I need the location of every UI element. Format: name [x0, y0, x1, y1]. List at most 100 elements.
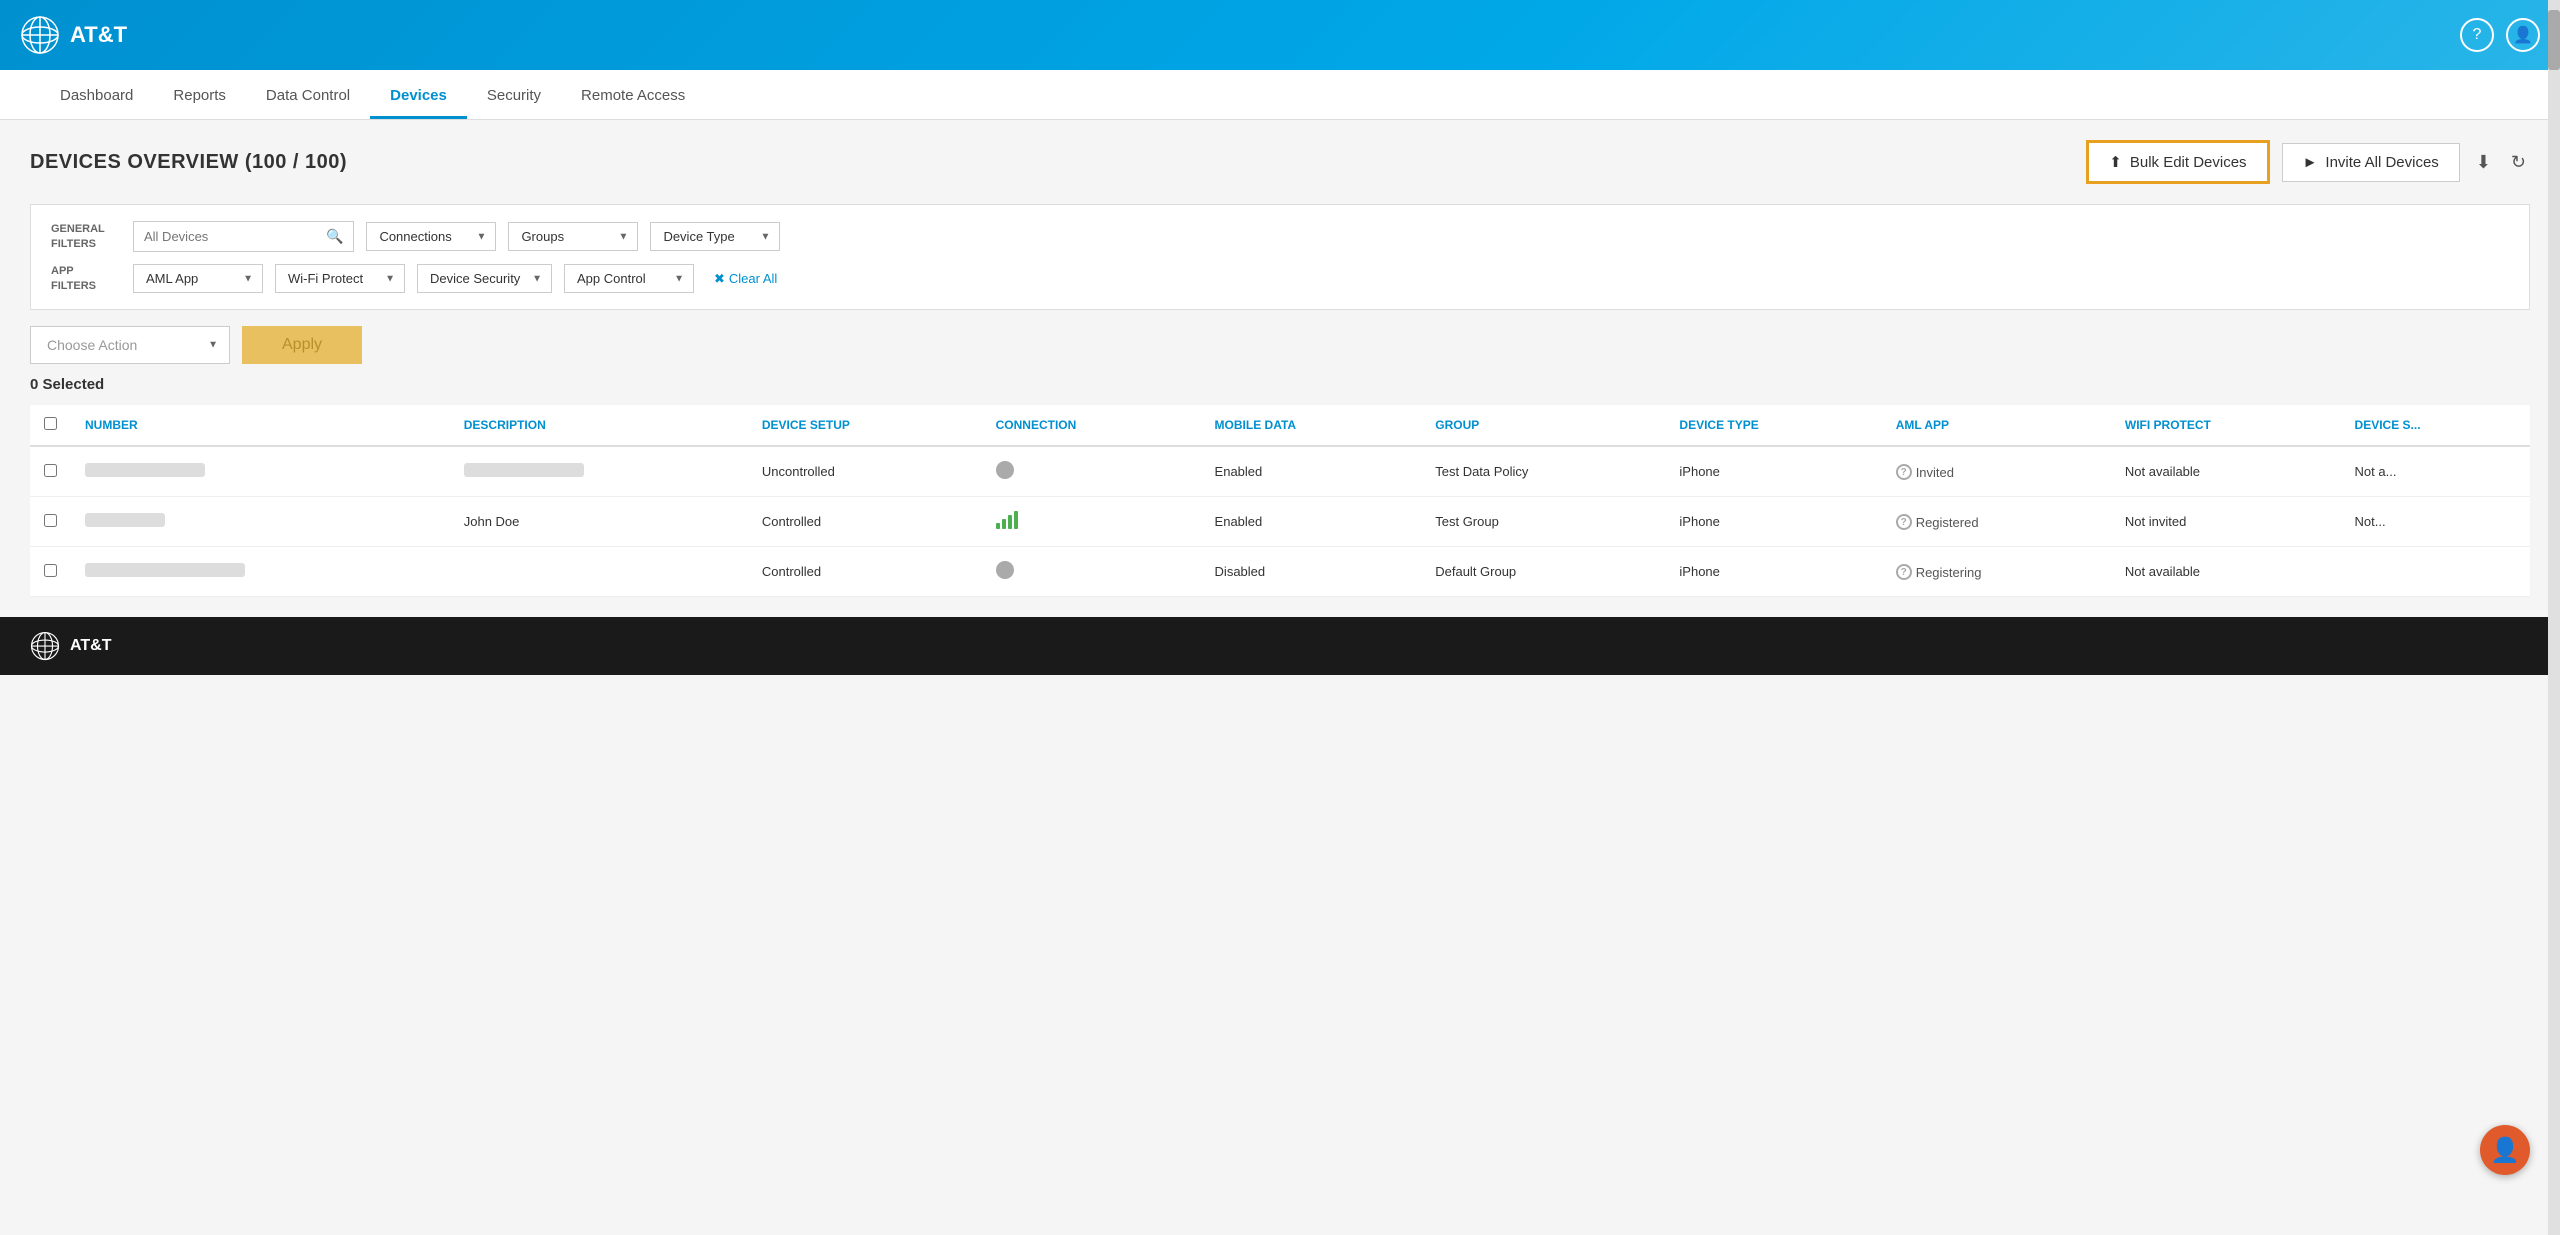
nav-devices[interactable]: Devices: [370, 73, 467, 119]
general-filters-label: GENERAL FILTERS: [51, 222, 121, 251]
wifi-protect-filter[interactable]: Wi-Fi Protect: [275, 264, 405, 293]
row3-aml-label: Registering: [1916, 565, 1982, 580]
selected-count: 0 Selected: [30, 376, 2530, 393]
bar1: [996, 523, 1000, 529]
search-icon: 🔍: [326, 228, 343, 245]
nav-reports[interactable]: Reports: [153, 73, 246, 119]
refresh-button[interactable]: ↻: [2507, 148, 2530, 177]
row1-number: [71, 446, 450, 497]
filters-section: GENERAL FILTERS 🔍 Connections Groups Dev…: [30, 204, 2530, 310]
row1-description: [450, 446, 748, 497]
row3-connection: [982, 547, 1201, 597]
row2-device-s: Not...: [2341, 497, 2530, 547]
row2-aml-label: Registered: [1916, 515, 1979, 530]
action-bar: Choose Action Apply: [30, 326, 2530, 364]
apply-button[interactable]: Apply: [242, 326, 362, 364]
row3-wifi-protect: Not available: [2111, 547, 2341, 597]
col-description: DESCRIPTION: [450, 405, 748, 446]
row2-aml-app: ? Registered: [1882, 497, 2111, 547]
overview-header: DEVICES OVERVIEW (100 / 100) ⬆ Bulk Edit…: [30, 140, 2530, 184]
scrollbar-thumb[interactable]: [2548, 10, 2560, 70]
header-icons: ? 👤: [2460, 18, 2540, 52]
device-type-filter[interactable]: Device Type: [650, 222, 780, 251]
help-button[interactable]: ?: [2460, 18, 2494, 52]
connections-filter[interactable]: Connections: [366, 222, 496, 251]
col-connection: CONNECTION: [982, 405, 1201, 446]
connection-grey-icon: [996, 461, 1014, 479]
device-type-filter-wrapper: Device Type: [650, 222, 780, 251]
table-row: Uncontrolled Enabled Test Data Policy iP…: [30, 446, 2530, 497]
row1-checkbox[interactable]: [44, 464, 57, 477]
app-filters-row: APP FILTERS AML App Wi-Fi Protect Device…: [51, 264, 2509, 293]
choose-action-select[interactable]: Choose Action: [30, 326, 230, 364]
search-input[interactable]: [144, 229, 320, 244]
bulk-edit-label: Bulk Edit Devices: [2130, 154, 2247, 171]
row3-device-type: iPhone: [1665, 547, 1881, 597]
row1-connection: [982, 446, 1201, 497]
brand-name: AT&T: [70, 22, 127, 48]
row2-description: John Doe: [450, 497, 748, 547]
groups-filter[interactable]: Groups: [508, 222, 638, 251]
select-all-checkbox[interactable]: [44, 417, 57, 430]
nav-data-control[interactable]: Data Control: [246, 73, 370, 119]
clear-all-button[interactable]: ✖ Clear All: [714, 271, 777, 287]
row3-aml-app: ? Registering: [1882, 547, 2111, 597]
row1-group: Test Data Policy: [1421, 446, 1665, 497]
row1-aml-badge: ? Invited: [1896, 464, 1954, 480]
col-number: NUMBER: [71, 405, 450, 446]
device-security-filter-wrapper: Device Security: [417, 264, 552, 293]
app-control-filter-wrapper: App Control: [564, 264, 694, 293]
row3-mobile-data: Disabled: [1201, 547, 1422, 597]
row1-device-s: Not a...: [2341, 446, 2530, 497]
bulk-edit-button[interactable]: ⬆ Bulk Edit Devices: [2086, 140, 2269, 184]
device-security-filter[interactable]: Device Security: [417, 264, 552, 293]
row2-device-type: iPhone: [1665, 497, 1881, 547]
aml-app-filter[interactable]: AML App: [133, 264, 263, 293]
row3-device-s: [2341, 547, 2530, 597]
connection-grey-icon: [996, 561, 1014, 579]
chat-button[interactable]: 👤: [2480, 1125, 2530, 1175]
question-icon: ?: [1896, 564, 1912, 580]
row3-number: [71, 547, 450, 597]
row1-device-setup: Uncontrolled: [748, 446, 982, 497]
col-wifi-protect: WIFI PROTECT: [2111, 405, 2341, 446]
aml-app-filter-wrapper: AML App: [133, 264, 263, 293]
table-row: John Doe Controlled Enabled Test Group i…: [30, 497, 2530, 547]
att-globe-icon: [20, 15, 60, 55]
row2-aml-badge: ? Registered: [1896, 514, 1979, 530]
nav-remote-access[interactable]: Remote Access: [561, 73, 705, 119]
choose-action-wrapper: Choose Action: [30, 326, 230, 364]
row2-connection: [982, 497, 1201, 547]
row1-device-type: iPhone: [1665, 446, 1881, 497]
question-icon: ?: [1896, 464, 1912, 480]
row3-checkbox-cell: [30, 547, 71, 597]
invite-all-label: Invite All Devices: [2325, 154, 2438, 171]
row2-number: [71, 497, 450, 547]
col-device-type: DEVICE TYPE: [1665, 405, 1881, 446]
clear-icon: ✖: [714, 271, 725, 287]
upload-icon: ⬆: [2109, 153, 2122, 171]
scrollbar-track: [2548, 0, 2560, 1235]
chat-icon: 👤: [2490, 1136, 2520, 1165]
row2-checkbox[interactable]: [44, 514, 57, 527]
download-button[interactable]: ⬇: [2472, 148, 2495, 177]
brand-logo: AT&T: [20, 15, 127, 55]
app-control-filter[interactable]: App Control: [564, 264, 694, 293]
nav-dashboard[interactable]: Dashboard: [40, 73, 153, 119]
footer-brand: AT&T: [70, 637, 111, 655]
bar2: [1002, 519, 1006, 529]
selected-text: Selected: [43, 376, 105, 393]
user-button[interactable]: 👤: [2506, 18, 2540, 52]
table-body: Uncontrolled Enabled Test Data Policy iP…: [30, 446, 2530, 597]
row3-checkbox[interactable]: [44, 564, 57, 577]
bar3: [1008, 515, 1012, 529]
invite-all-button[interactable]: ► Invite All Devices: [2282, 143, 2460, 182]
row1-aml-app: ? Invited: [1882, 446, 2111, 497]
search-field[interactable]: 🔍: [133, 221, 354, 252]
col-device-s: DEVICE S...: [2341, 405, 2530, 446]
selected-number: 0: [30, 376, 38, 393]
devices-table: NUMBER DESCRIPTION DEVICE SETUP CONNECTI…: [30, 405, 2530, 597]
row1-mobile-data: Enabled: [1201, 446, 1422, 497]
clear-all-label: Clear All: [729, 271, 777, 286]
nav-security[interactable]: Security: [467, 73, 561, 119]
